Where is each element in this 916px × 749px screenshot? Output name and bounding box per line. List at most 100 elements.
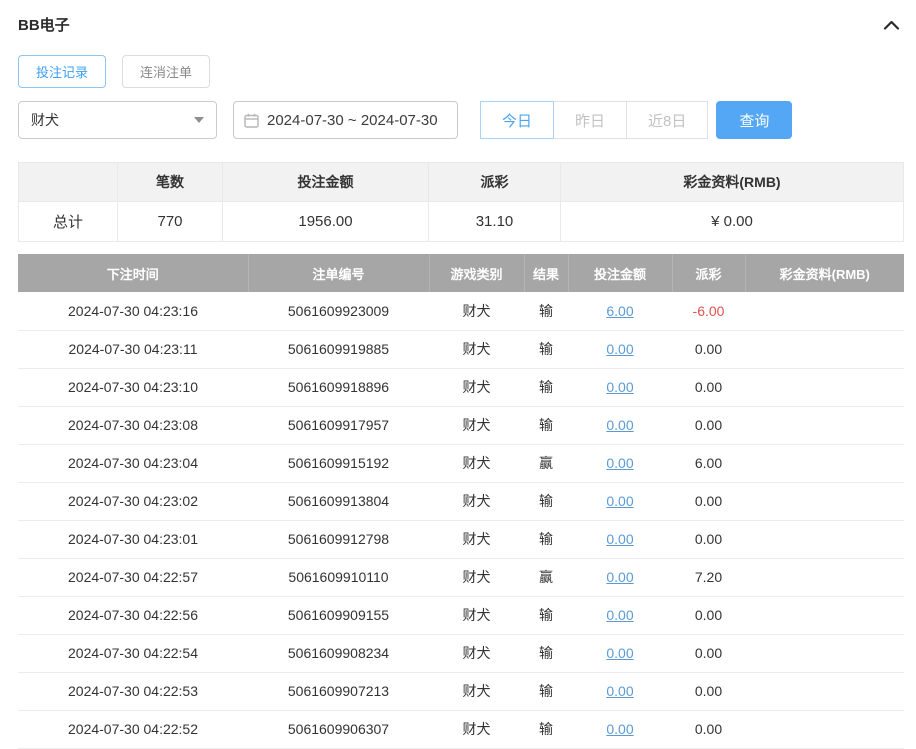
- cell-payout: 7.20: [672, 558, 745, 596]
- filter-bar: 财犬 2024-07-30 ~ 2024-07-30 今日 昨日 近8日 查询: [18, 101, 904, 139]
- cell-order-no: 5061609918896: [248, 368, 429, 406]
- bet-amount-link[interactable]: 0.00: [606, 721, 633, 737]
- table-row: 2024-07-30 04:23:01 5061609912798 财犬 输 0…: [18, 520, 904, 558]
- col-header-bonus: 彩金资料(RMB): [745, 254, 904, 292]
- cell-payout: 6.00: [672, 444, 745, 482]
- date-range-value: 2024-07-30 ~ 2024-07-30: [267, 112, 438, 129]
- cell-result: 赢: [524, 558, 568, 596]
- cell-result: 输: [524, 368, 568, 406]
- search-button[interactable]: 查询: [716, 101, 792, 139]
- summary-header-bonus: 彩金资料(RMB): [561, 163, 904, 202]
- cell-bet-amount: 0.00: [568, 558, 672, 596]
- cell-bet-amount: 0.00: [568, 444, 672, 482]
- cell-bet-amount: 0.00: [568, 330, 672, 368]
- cell-bonus: [745, 330, 904, 368]
- bet-amount-link[interactable]: 0.00: [606, 417, 633, 433]
- cell-payout: 0.00: [672, 596, 745, 634]
- cell-result: 输: [524, 330, 568, 368]
- tab-bet-records[interactable]: 投注记录: [18, 55, 106, 88]
- bet-record-panel: BB电子 投注记录 连消注单 财犬 2024-07-30: [0, 0, 916, 749]
- chevron-down-icon: [194, 117, 204, 123]
- summary-header-row: 笔数 投注金额 派彩 彩金资料(RMB): [19, 163, 904, 202]
- quick-range-group: 今日 昨日 近8日: [480, 101, 708, 139]
- cell-bet-amount: 0.00: [568, 596, 672, 634]
- cell-order-no: 5061609912798: [248, 520, 429, 558]
- cell-bet-time: 2024-07-30 04:23:16: [18, 292, 248, 330]
- bet-amount-link[interactable]: 0.00: [606, 569, 633, 585]
- cell-game-type: 财犬: [429, 406, 524, 444]
- tab-cancelled-orders[interactable]: 连消注单: [122, 55, 210, 88]
- cell-result: 输: [524, 482, 568, 520]
- calendar-icon: [244, 113, 259, 128]
- cell-bonus: [745, 482, 904, 520]
- bet-amount-link[interactable]: 0.00: [606, 455, 633, 471]
- record-tabs: 投注记录 连消注单: [18, 55, 904, 88]
- collapse-panel-button[interactable]: [879, 17, 904, 33]
- table-row: 2024-07-30 04:23:08 5061609917957 财犬 输 0…: [18, 406, 904, 444]
- table-row: 2024-07-30 04:23:04 5061609915192 财犬 赢 0…: [18, 444, 904, 482]
- cell-bet-amount: 0.00: [568, 406, 672, 444]
- bet-amount-link[interactable]: 0.00: [606, 683, 633, 699]
- cell-bet-time: 2024-07-30 04:23:10: [18, 368, 248, 406]
- quick-range-last8days[interactable]: 近8日: [626, 101, 708, 139]
- cell-payout: 0.00: [672, 368, 745, 406]
- cell-result: 输: [524, 292, 568, 330]
- cell-order-no: 5061609906307: [248, 710, 429, 748]
- summary-header-bet-amount: 投注金额: [223, 163, 429, 202]
- bet-table-body: 2024-07-30 04:23:16 5061609923009 财犬 输 6…: [18, 292, 904, 748]
- col-header-result: 结果: [524, 254, 568, 292]
- page-title: BB电子: [18, 14, 70, 35]
- cell-result: 输: [524, 634, 568, 672]
- table-row: 2024-07-30 04:23:02 5061609913804 财犬 输 0…: [18, 482, 904, 520]
- cell-game-type: 财犬: [429, 710, 524, 748]
- game-select-value: 财犬: [31, 110, 59, 130]
- cell-bet-amount: 0.00: [568, 634, 672, 672]
- cell-payout: 0.00: [672, 672, 745, 710]
- cell-bonus: [745, 596, 904, 634]
- cell-game-type: 财犬: [429, 520, 524, 558]
- cell-bet-time: 2024-07-30 04:23:01: [18, 520, 248, 558]
- cell-bonus: [745, 520, 904, 558]
- cell-game-type: 财犬: [429, 558, 524, 596]
- cell-bet-amount: 0.00: [568, 520, 672, 558]
- bet-amount-link[interactable]: 0.00: [606, 607, 633, 623]
- cell-bonus: [745, 710, 904, 748]
- cell-bet-amount: 0.00: [568, 368, 672, 406]
- bet-amount-link[interactable]: 6.00: [606, 303, 633, 319]
- cell-game-type: 财犬: [429, 634, 524, 672]
- col-header-order-no: 注单编号: [248, 254, 429, 292]
- cell-bonus: [745, 292, 904, 330]
- summary-total-row: 总计 770 1956.00 31.10 ¥ 0.00: [19, 202, 904, 242]
- bet-amount-link[interactable]: 0.00: [606, 341, 633, 357]
- cell-bet-time: 2024-07-30 04:23:02: [18, 482, 248, 520]
- table-row: 2024-07-30 04:23:11 5061609919885 财犬 输 0…: [18, 330, 904, 368]
- col-header-payout: 派彩: [672, 254, 745, 292]
- game-select[interactable]: 财犬: [18, 101, 217, 139]
- cell-bet-time: 2024-07-30 04:22:54: [18, 634, 248, 672]
- summary-header-payout: 派彩: [429, 163, 561, 202]
- bet-amount-link[interactable]: 0.00: [606, 493, 633, 509]
- col-header-bet-amount: 投注金额: [568, 254, 672, 292]
- summary-table: 笔数 投注金额 派彩 彩金资料(RMB) 总计 770 1956.00 31.1…: [18, 162, 904, 242]
- cell-order-no: 5061609913804: [248, 482, 429, 520]
- cell-payout: 0.00: [672, 482, 745, 520]
- chevron-up-icon: [883, 19, 900, 31]
- quick-range-today[interactable]: 今日: [480, 101, 554, 139]
- cell-result: 赢: [524, 444, 568, 482]
- cell-bet-time: 2024-07-30 04:23:08: [18, 406, 248, 444]
- bet-amount-link[interactable]: 0.00: [606, 645, 633, 661]
- cell-order-no: 5061609907213: [248, 672, 429, 710]
- bet-amount-link[interactable]: 0.00: [606, 531, 633, 547]
- date-range-picker[interactable]: 2024-07-30 ~ 2024-07-30: [233, 101, 458, 139]
- cell-result: 输: [524, 710, 568, 748]
- cell-game-type: 财犬: [429, 444, 524, 482]
- cell-game-type: 财犬: [429, 292, 524, 330]
- cell-bet-time: 2024-07-30 04:22:53: [18, 672, 248, 710]
- bet-amount-link[interactable]: 0.00: [606, 379, 633, 395]
- cell-game-type: 财犬: [429, 596, 524, 634]
- cell-bet-time: 2024-07-30 04:23:04: [18, 444, 248, 482]
- quick-range-yesterday[interactable]: 昨日: [553, 101, 627, 139]
- summary-bet-amount-value: 1956.00: [223, 202, 429, 242]
- cell-result: 输: [524, 520, 568, 558]
- cell-bonus: [745, 406, 904, 444]
